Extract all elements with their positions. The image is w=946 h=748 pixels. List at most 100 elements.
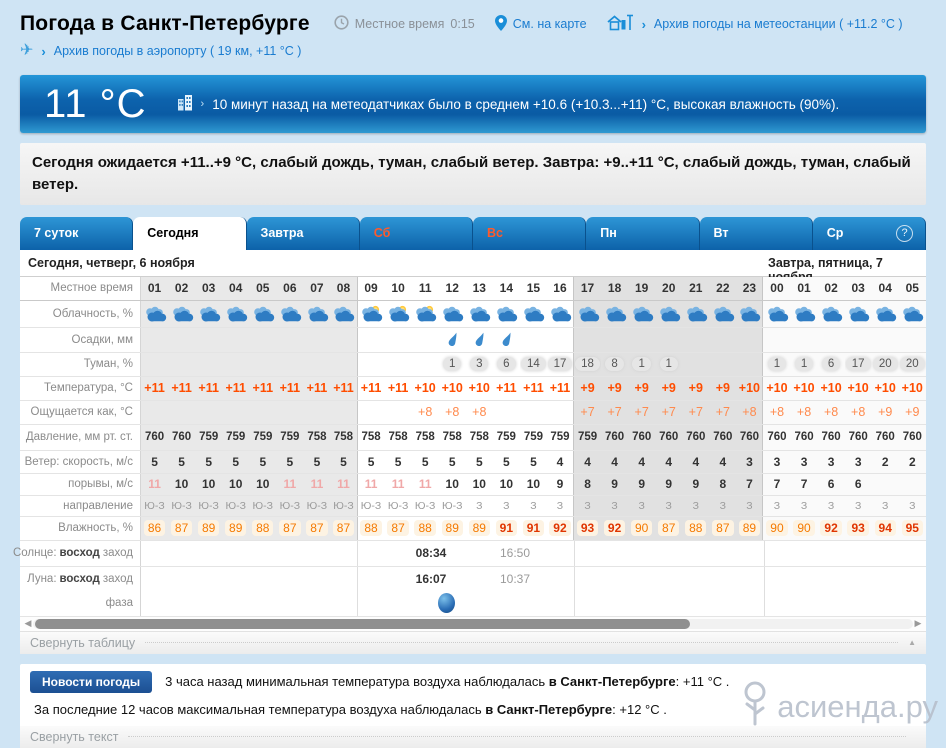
wind_gust-cell: 8 xyxy=(709,474,736,495)
hours-cell: 01 xyxy=(141,277,168,300)
humidity-cell: 90 xyxy=(791,517,818,540)
fog-cell: 1 xyxy=(439,353,466,376)
collapse-text-button[interactable]: Свернуть текст xyxy=(20,726,926,748)
rain-cell xyxy=(466,328,493,352)
fog-cell: 1 xyxy=(655,353,682,376)
row-label: порывы, м/с xyxy=(20,474,141,495)
clouds-cell xyxy=(682,301,709,327)
feels-cell xyxy=(358,401,385,424)
temp-cell: +11 xyxy=(493,377,520,400)
wind_speed-cell: 4 xyxy=(547,451,574,473)
hours-cell: 20 xyxy=(655,277,682,300)
cloud-icon xyxy=(872,305,898,323)
fog-cell: 14 xyxy=(520,353,547,376)
cloud-icon xyxy=(520,305,546,323)
cloud-icon xyxy=(845,305,871,323)
row-label: Влажность, % xyxy=(20,517,141,540)
airport-link-group: ✈ › Архив погоды в аэропорту ( 19 км, +1… xyxy=(0,38,946,67)
feels-cell xyxy=(520,401,547,424)
tab-3[interactable]: Сб xyxy=(360,217,473,250)
tab-1[interactable]: Сегодня xyxy=(133,217,246,250)
hours-cell: 04 xyxy=(872,277,899,300)
news-badge[interactable]: Новости погоды xyxy=(30,671,152,693)
row-feels: Ощущается как, °C+8+8+8+7+7+7+7+7+7+8+8+… xyxy=(20,401,926,425)
feels-cell: +8 xyxy=(466,401,493,424)
hours-cell: 15 xyxy=(520,277,547,300)
tab-4[interactable]: Вс xyxy=(473,217,586,250)
feels-cell: +7 xyxy=(709,401,736,424)
hours-cell: 12 xyxy=(439,277,466,300)
wind_dir-cell: З xyxy=(466,496,493,516)
scrollbar-track[interactable] xyxy=(33,619,913,629)
pressure-cell: 758 xyxy=(330,425,357,450)
wind_dir-cell: Ю-З xyxy=(249,496,276,516)
scrollbar-thumb[interactable] xyxy=(35,619,690,629)
wind_gust-cell: 10 xyxy=(168,474,195,495)
fog-cell: 6 xyxy=(818,353,845,376)
tab-2[interactable]: Завтра xyxy=(247,217,360,250)
link-arrow: › xyxy=(41,44,45,59)
wind_speed-cell: 5 xyxy=(466,451,493,473)
wind_speed-cell: 5 xyxy=(222,451,249,473)
wind_gust-cell: 11 xyxy=(385,474,412,495)
row-label: фаза xyxy=(20,591,141,616)
wind_gust-cell: 10 xyxy=(222,474,249,495)
temp-cell: +11 xyxy=(141,377,168,400)
hours-cell: 10 xyxy=(385,277,412,300)
feels-cell: +7 xyxy=(655,401,682,424)
row-label: Луна: восход заход xyxy=(20,567,141,591)
wind_dir-cell: Ю-З xyxy=(168,496,195,516)
humidity-cell: 89 xyxy=(736,517,763,540)
feels-cell: +8 xyxy=(763,401,790,424)
temp-cell: +10 xyxy=(412,377,439,400)
divider xyxy=(764,567,765,591)
map-link[interactable]: См. на карте xyxy=(513,17,587,31)
feels-cell xyxy=(222,401,249,424)
rain-cell xyxy=(709,328,736,352)
help-icon[interactable]: ? xyxy=(896,225,913,242)
wind_speed-cell: 3 xyxy=(845,451,872,473)
wind_speed-cell: 5 xyxy=(439,451,466,473)
row-fog: Туман, %136141718811116172020 xyxy=(20,353,926,377)
scroll-right-arrow[interactable]: ▶ xyxy=(913,618,923,629)
airport-archive-link[interactable]: Архив погоды в аэропорту ( 19 км, +11 °C… xyxy=(54,44,302,58)
wind_dir-cell: З xyxy=(547,496,574,516)
station-archive-link[interactable]: Архив погоды на метеостанции ( +11.2 °C … xyxy=(654,17,903,31)
feels-cell xyxy=(547,401,574,424)
cloud-icon xyxy=(629,305,655,323)
temp-cell: +10 xyxy=(466,377,493,400)
fog-cell xyxy=(736,353,763,376)
humidity-cell: 88 xyxy=(682,517,709,540)
scroll-left-arrow[interactable]: ◀ xyxy=(23,618,33,629)
feels-cell xyxy=(195,401,222,424)
cloud-icon xyxy=(439,305,465,323)
pressure-cell: 760 xyxy=(682,425,709,450)
feels-cell: +8 xyxy=(845,401,872,424)
rain-cell xyxy=(736,328,763,352)
clouds-cell xyxy=(520,301,547,327)
humidity-cell: 87 xyxy=(709,517,736,540)
tab-6[interactable]: Вт xyxy=(700,217,813,250)
temp-cell: +11 xyxy=(385,377,412,400)
raindrop-icon xyxy=(446,331,457,347)
collapse-table-button[interactable]: Свернуть таблицу ▲ xyxy=(20,632,926,654)
row-label: Давление, мм рт. ст. xyxy=(20,425,141,450)
divider xyxy=(128,736,906,737)
feels-cell: +7 xyxy=(628,401,655,424)
feels-cell xyxy=(168,401,195,424)
temp-cell: +10 xyxy=(872,377,899,400)
row-wind_gust: порывы, м/с11101010101111111111111010101… xyxy=(20,474,926,496)
humidity-cell: 90 xyxy=(628,517,655,540)
wind_speed-cell: 4 xyxy=(628,451,655,473)
row-temp: Температура, °C+11+11+11+11+11+11+11+11+… xyxy=(20,377,926,401)
clouds-cell xyxy=(493,301,520,327)
feels-cell: +8 xyxy=(791,401,818,424)
tab-0[interactable]: 7 суток xyxy=(20,217,133,250)
hours-cell: 07 xyxy=(303,277,330,300)
tab-5[interactable]: Пн xyxy=(586,217,699,250)
clouds-cell xyxy=(628,301,655,327)
wind_speed-cell: 5 xyxy=(195,451,222,473)
wind_gust-cell: 10 xyxy=(249,474,276,495)
pressure-cell: 760 xyxy=(845,425,872,450)
temp-cell: +11 xyxy=(276,377,303,400)
